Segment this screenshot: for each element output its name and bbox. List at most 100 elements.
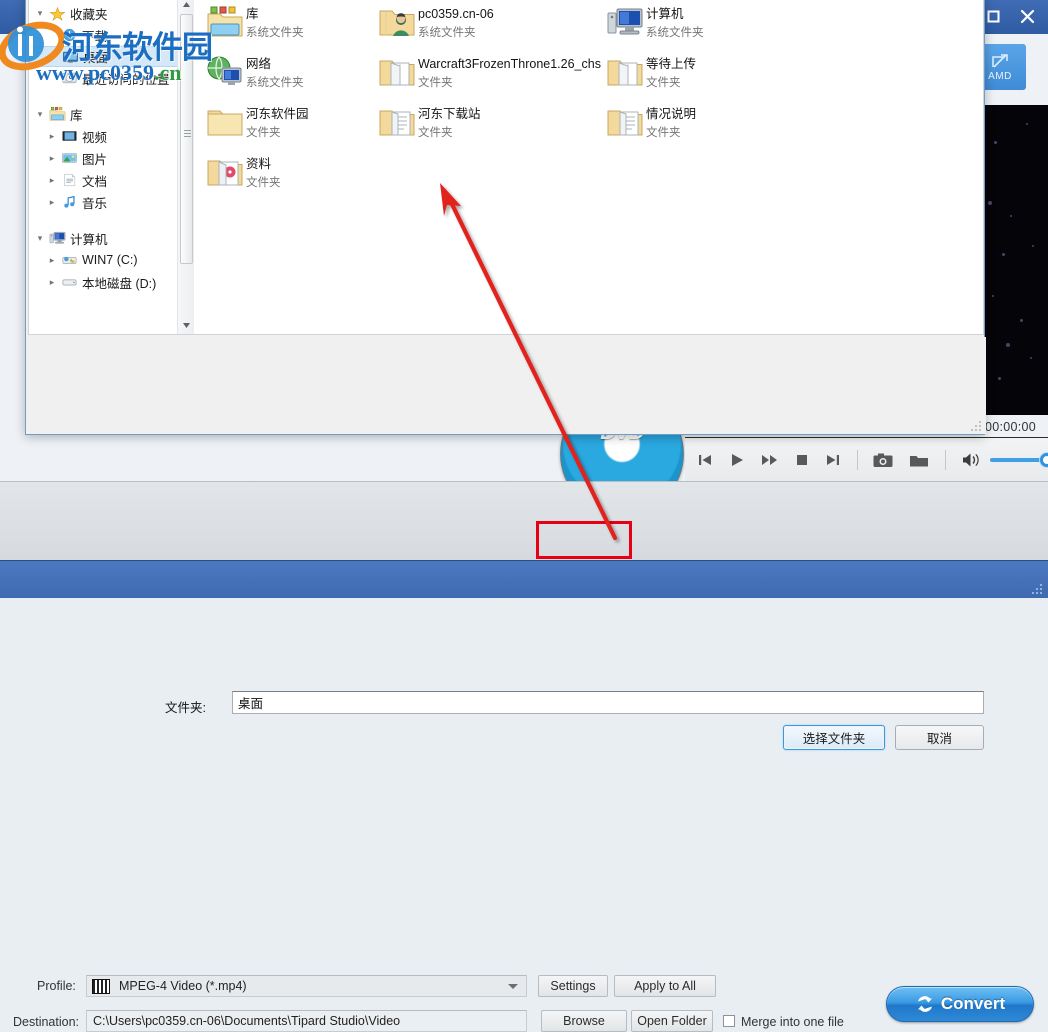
video-preview-panel[interactable] (980, 105, 1048, 415)
dialog-resize-grip[interactable] (970, 420, 981, 431)
expander-icon[interactable]: ▸ (45, 197, 59, 208)
settings-button[interactable]: Settings (538, 975, 608, 997)
nav-group-header[interactable]: ▾库 (29, 103, 194, 125)
next-button[interactable] (825, 450, 841, 470)
file-list-item[interactable]: 网络系统文件夹 (204, 52, 379, 92)
convert-label: Convert (941, 994, 1005, 1014)
window-controls (978, 2, 1042, 30)
nav-group-label: 收藏夹 (70, 4, 108, 23)
nav-item-documents[interactable]: ▸ 文档 (29, 169, 194, 191)
network-icon (206, 55, 244, 89)
open-snapshot-folder-button[interactable] (909, 450, 929, 470)
nav-item-recent-places[interactable]: 最近访问的位置 (29, 67, 194, 89)
file-list-item[interactable]: 库系统文件夹 (204, 2, 379, 42)
file-list-pane[interactable]: 库系统文件夹pc0359.cn-06系统文件夹计算机系统文件夹网络系统文件夹Wa… (194, 0, 983, 334)
previous-icon (697, 452, 713, 468)
nav-item-pictures[interactable]: ▸ 图片 (29, 147, 194, 169)
snapshot-button[interactable] (873, 450, 893, 470)
expander-icon[interactable]: ▸ (45, 175, 59, 186)
stop-button[interactable] (795, 450, 809, 470)
download-icon (61, 27, 78, 43)
file-name: pc0359.cn-06 (418, 7, 494, 21)
folder-field-label: 文件夹: (165, 697, 206, 716)
merge-into-one-file-checkbox[interactable] (723, 1015, 735, 1027)
file-list-item[interactable]: 河东软件园文件夹 (204, 102, 379, 142)
file-type: 文件夹 (246, 127, 281, 139)
file-list-item[interactable]: Warcraft3FrozenThrone1.26_chs文件夹 (376, 52, 611, 92)
amd-accel-icon (990, 52, 1010, 70)
file-name: 网络 (246, 57, 271, 71)
expander-icon[interactable]: ▸ (45, 153, 59, 164)
scroll-down-button[interactable] (178, 317, 195, 334)
expander-icon[interactable]: ▸ (45, 131, 59, 142)
dialog-footer: 文件夹: 桌面 选择文件夹 取消 (26, 337, 986, 434)
recent-places-icon (61, 70, 78, 86)
expander-icon[interactable]: ▾ (33, 109, 47, 120)
volume-slider[interactable] (990, 458, 1048, 462)
folder-icon (206, 105, 244, 139)
file-list-item[interactable]: 资料文件夹 (204, 152, 379, 192)
expander-icon[interactable]: ▾ (33, 233, 47, 244)
file-type: 文件夹 (646, 127, 681, 139)
nav-item-label: 文档 (82, 171, 107, 190)
merge-into-one-file-label: Merge into one file (741, 1015, 844, 1029)
stop-icon (795, 453, 809, 467)
nav-item-music[interactable]: ▸音乐 (29, 191, 194, 213)
resize-grip[interactable] (1030, 582, 1042, 594)
file-list-item[interactable]: pc0359.cn-06 系统文件夹 (376, 2, 611, 42)
profile-select[interactable]: MPEG-4 Video (*.mp4) (86, 975, 527, 997)
open-folder-button[interactable]: Open Folder (631, 1010, 713, 1032)
file-list-item[interactable]: 河东下载站文件夹 (376, 102, 611, 142)
system-drive-icon (61, 252, 78, 268)
volume-slider-handle[interactable] (1040, 453, 1048, 467)
documents-icon (61, 172, 78, 188)
expander-icon[interactable]: ▸ (45, 255, 59, 266)
play-button[interactable] (729, 450, 745, 470)
file-type: 系统文件夹 (418, 27, 476, 39)
videos-icon (61, 128, 78, 144)
preview-timestamp: 00:00:00 (985, 417, 1048, 437)
nav-item-system-drive[interactable]: ▸WIN7 (C:) (29, 249, 194, 271)
destination-label: Destination: (13, 1015, 79, 1029)
amd-label: AMD (988, 71, 1012, 82)
folder-name-input[interactable]: 桌面 (232, 691, 984, 714)
file-type: 系统文件夹 (246, 77, 304, 89)
volume-button[interactable] (962, 450, 982, 470)
nav-group-header[interactable]: ▾ 收藏夹 (29, 2, 194, 24)
browse-for-folder-dialog: ▾收藏夹下载桌面最近访问的位置▾库▸视频▸图片▸文档▸音乐▾计算机▸WIN7 (… (25, 0, 985, 435)
scroll-up-button[interactable] (178, 0, 195, 13)
destination-field[interactable]: C:\Users\pc0359.cn-06\Documents\Tipard S… (86, 1010, 527, 1032)
nav-item-drive[interactable]: ▸本地磁盘 (D:) (29, 271, 194, 293)
file-name: 河东软件园 (246, 107, 309, 121)
expander-icon[interactable]: ▸ (45, 277, 59, 288)
file-list-item[interactable]: 计算机系统文件夹 (604, 2, 779, 42)
nav-item-videos[interactable]: ▸ 视频 (29, 125, 194, 147)
expander-icon[interactable]: ▾ (33, 8, 47, 19)
profile-label: Profile: (37, 979, 76, 993)
browse-button[interactable]: Browse (541, 1010, 627, 1032)
select-folder-button[interactable]: 选择文件夹 (783, 725, 885, 750)
navigation-scrollbar[interactable] (177, 0, 194, 334)
nav-item-label: 图片 (82, 149, 107, 168)
file-list-item[interactable]: 情况说明文件夹 (604, 102, 779, 142)
nav-item-desktop[interactable]: 桌面 (29, 46, 194, 67)
pictures-icon (61, 150, 78, 166)
apply-to-all-button[interactable]: Apply to All (614, 975, 716, 997)
previous-button[interactable] (697, 450, 713, 470)
close-button[interactable] (1012, 2, 1042, 30)
nav-item-label: 视频 (82, 127, 107, 146)
close-icon (1020, 9, 1035, 24)
nav-group-header[interactable]: ▾计算机 (29, 227, 194, 249)
convert-button[interactable]: Convert (886, 986, 1034, 1022)
chevron-up-icon (183, 2, 190, 7)
scrollbar-thumb[interactable] (180, 14, 193, 264)
nav-item-download[interactable]: 下载 (29, 24, 194, 46)
cancel-button[interactable]: 取消 (895, 725, 984, 750)
media-folder-icon (206, 155, 244, 189)
play-icon (729, 452, 745, 468)
open-folder-icon (606, 55, 644, 89)
file-list-item[interactable]: 等待上传文件夹 (604, 52, 779, 92)
file-name: 计算机 (646, 7, 684, 21)
fast-forward-button[interactable] (761, 450, 779, 470)
nav-item-label: 下载 (82, 26, 107, 45)
